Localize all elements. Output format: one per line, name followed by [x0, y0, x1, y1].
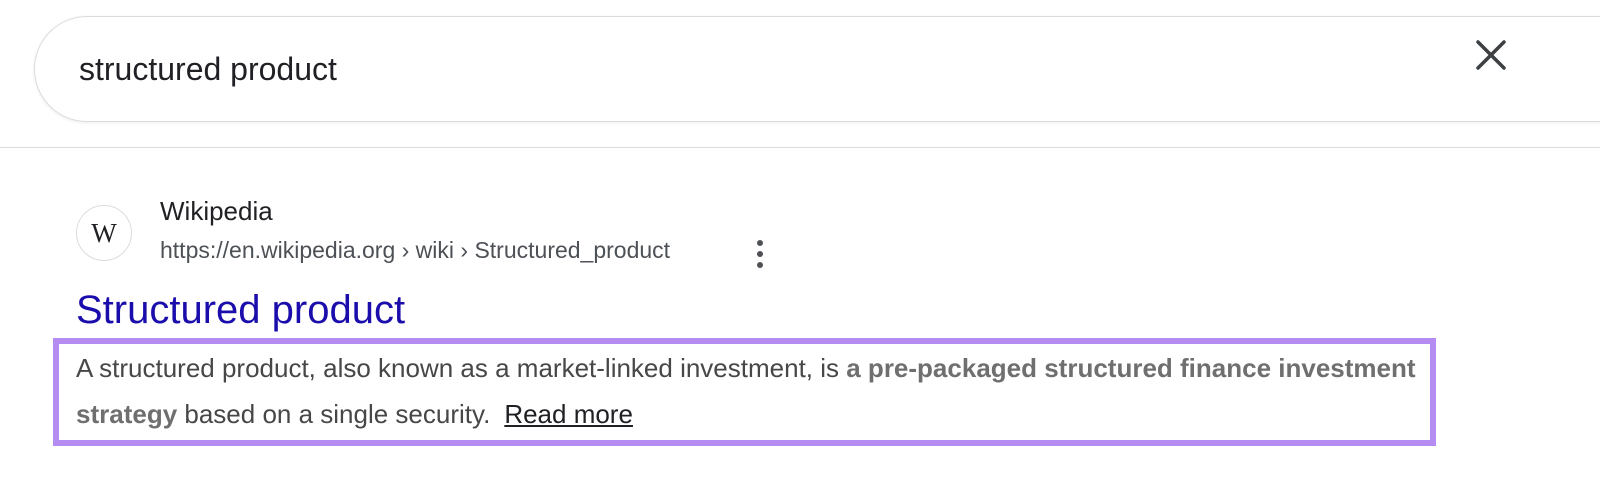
search-input[interactable] [79, 47, 1379, 91]
clear-search-button[interactable] [1466, 30, 1516, 80]
search-results-page: W Wikipedia https://en.wikipedia.org › w… [0, 0, 1600, 496]
favicon-letter: W [91, 217, 117, 248]
snippet-text-start: A structured product, also known as a ma… [76, 353, 847, 383]
read-more-link[interactable]: Read more [504, 399, 633, 429]
header-divider [0, 147, 1600, 148]
snippet-text-end: based on a single security. [177, 399, 491, 429]
wikipedia-favicon-icon[interactable]: W [76, 205, 132, 261]
result-breadcrumb[interactable]: https://en.wikipedia.org › wiki › Struct… [160, 237, 670, 264]
close-icon [1476, 40, 1506, 70]
result-title-link[interactable]: Structured product [76, 286, 405, 334]
result-snippet: A structured product, also known as a ma… [76, 345, 1426, 437]
more-vert-icon[interactable] [748, 237, 772, 271]
result-site-name[interactable]: Wikipedia [160, 196, 273, 227]
search-bar [34, 16, 1600, 122]
